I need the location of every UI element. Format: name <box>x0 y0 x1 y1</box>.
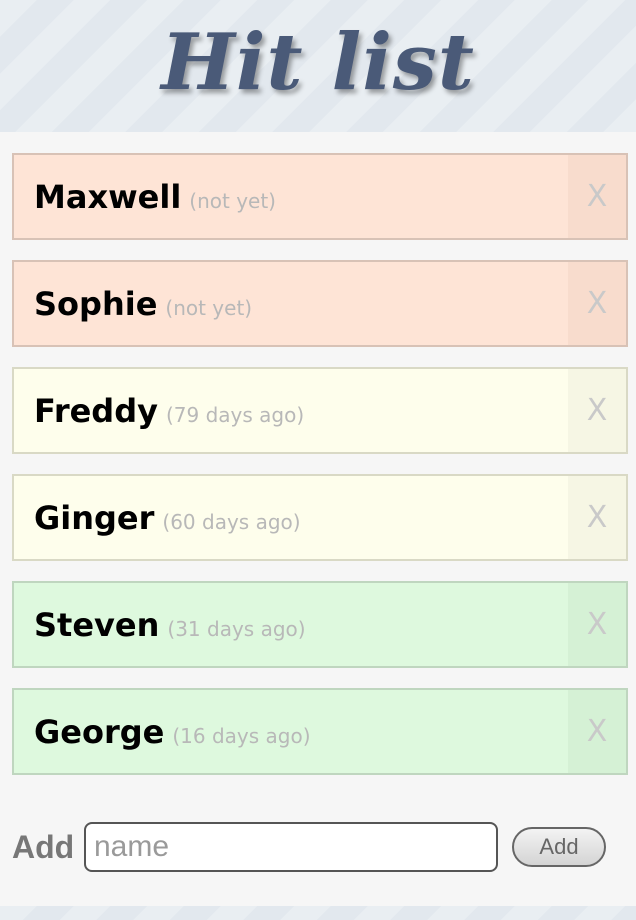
header: Hit list <box>0 0 636 132</box>
item-name: Ginger <box>34 498 155 537</box>
item-time: (not yet) <box>189 188 276 213</box>
item-name: George <box>34 712 165 751</box>
page-title: Hit list <box>161 17 475 108</box>
item-name: Maxwell <box>34 177 182 216</box>
list-item: Ginger (60 days ago) X <box>12 474 628 561</box>
item-text: Maxwell (not yet) <box>14 178 626 216</box>
item-text: Ginger (60 days ago) <box>14 499 626 537</box>
item-name: Steven <box>34 605 160 644</box>
list-item: Freddy (79 days ago) X <box>12 367 628 454</box>
footer <box>0 906 636 920</box>
item-time: (79 days ago) <box>165 402 305 427</box>
item-time: (16 days ago) <box>172 723 311 748</box>
list-item: Sophie (not yet) X <box>12 260 628 347</box>
item-text: Sophie (not yet) <box>14 285 626 323</box>
delete-button[interactable]: X <box>568 262 626 345</box>
item-text: Freddy (79 days ago) <box>14 392 626 430</box>
delete-button[interactable]: X <box>568 155 626 238</box>
hit-list: Maxwell (not yet) X Sophie (not yet) X Fre… <box>12 153 628 795</box>
add-label: Add <box>12 828 75 865</box>
list-item: George (16 days ago) X <box>12 688 628 775</box>
add-row: Add Add <box>12 820 624 874</box>
list-item: Maxwell (not yet) X <box>12 153 628 240</box>
item-time: (60 days ago) <box>162 509 301 534</box>
delete-button[interactable]: X <box>568 476 626 559</box>
item-name: Freddy <box>34 391 158 430</box>
item-text: Steven (31 days ago) <box>14 606 626 644</box>
item-time: (not yet) <box>165 295 253 320</box>
name-input[interactable] <box>84 822 498 872</box>
item-time: (31 days ago) <box>167 616 306 641</box>
delete-button[interactable]: X <box>568 583 626 666</box>
item-name: Sophie <box>34 284 158 323</box>
list-item: Steven (31 days ago) X <box>12 581 628 668</box>
delete-button[interactable]: X <box>568 369 626 452</box>
item-text: George (16 days ago) <box>14 713 626 751</box>
add-button[interactable]: Add <box>512 827 606 867</box>
delete-button[interactable]: X <box>568 690 626 773</box>
